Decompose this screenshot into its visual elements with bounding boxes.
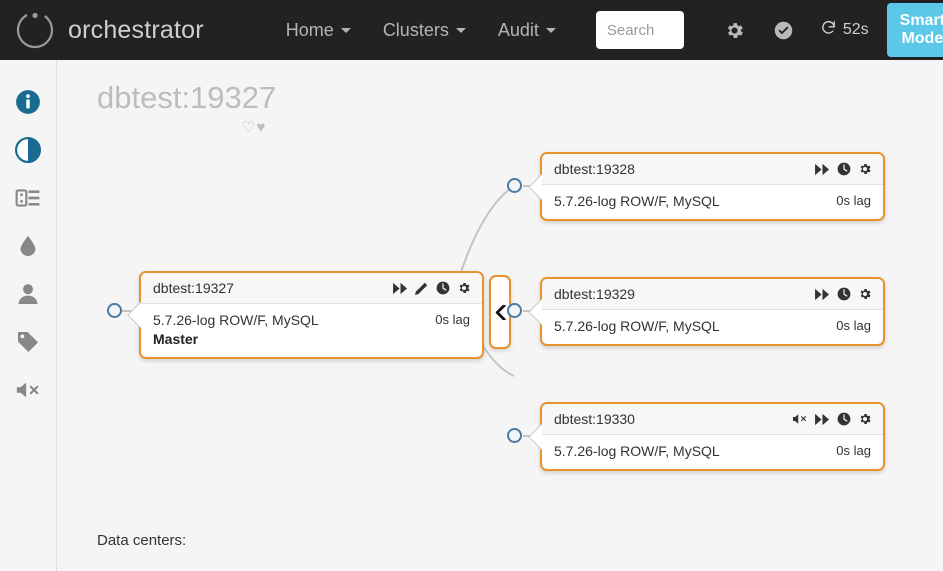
smart-mode-button[interactable]: Smart Mode [886, 3, 943, 57]
node-master-title: dbtest:19327 [153, 280, 234, 296]
nav-item-clusters[interactable]: Clusters [367, 0, 482, 60]
data-centers-label: Data centers: [97, 532, 187, 549]
node-replica-19330-title: dbtest:19330 [554, 411, 635, 427]
node-replica-19330-icons [793, 412, 872, 426]
brand[interactable]: orchestrator [14, 9, 204, 51]
node-master-icons [393, 281, 471, 295]
brand-text: orchestrator [68, 15, 204, 44]
node-replica-19330-body: 5.7.26-log ROW/F, MySQL 0s lag [542, 435, 883, 469]
refresh-label: 52s [842, 21, 869, 38]
nav-item-home[interactable]: Home [270, 0, 367, 60]
node-replica-19329-body: 5.7.26-log ROW/F, MySQL 0s lag [542, 310, 883, 344]
fast-forward-icon[interactable] [815, 288, 830, 301]
sidebar-item-info-circle-icon[interactable] [14, 88, 42, 116]
chevron-down-icon [340, 27, 351, 33]
sidebar-item-tag-icon[interactable] [14, 328, 42, 356]
refresh-icon [820, 19, 837, 41]
sidebar-item-volume-mute-icon[interactable] [14, 376, 42, 404]
node-master-header: dbtest:19327 [141, 273, 482, 304]
sidebar [0, 60, 57, 571]
node-replica-19328[interactable]: dbtest:19328 5.7.26-log ROW/F, MySQL 0s … [528, 152, 885, 221]
globe-clock-icon[interactable] [837, 287, 851, 301]
orchestrator-ring-logo-icon [14, 9, 56, 51]
node-notch-icon [528, 423, 542, 450]
smart-mode-label: Smart Mode [899, 12, 943, 47]
nav-item-audit-label: Audit [497, 19, 539, 40]
topology-graph: dbtest:19327 5.7.26-log ROW/F, MySQL Mas… [57, 60, 943, 520]
nav-links: Home Clusters Audit [270, 0, 572, 60]
sidebar-item-droplet-icon[interactable] [14, 232, 42, 260]
node-replica-19330-lag: 0s lag [836, 443, 871, 458]
chevron-left-icon [495, 304, 506, 320]
gear-icon[interactable] [858, 412, 872, 426]
navbar: orchestrator Home Clusters Audit Search … [0, 0, 943, 60]
nav-item-home-label: Home [285, 19, 334, 40]
node-replica-19330-description: 5.7.26-log ROW/F, MySQL [554, 443, 720, 459]
gear-icon[interactable] [858, 287, 872, 301]
replica-19328-connector-circle[interactable] [507, 178, 522, 193]
node-master-version: 5.7.26-log ROW/F, MySQL [153, 312, 319, 328]
node-replica-19328-header: dbtest:19328 [542, 154, 883, 185]
gear-icon[interactable] [858, 162, 872, 176]
node-replica-19328-lag: 0s lag [836, 193, 871, 208]
node-replica-19329[interactable]: dbtest:19329 5.7.26-log ROW/F, MySQL 0s … [528, 277, 885, 346]
node-master-body: 5.7.26-log ROW/F, MySQL Master 0s lag [141, 304, 482, 357]
node-replica-19328-body: 5.7.26-log ROW/F, MySQL 0s lag [542, 185, 883, 219]
globe-clock-icon[interactable] [837, 162, 851, 176]
node-master-description: 5.7.26-log ROW/F, MySQL Master [153, 311, 319, 349]
sidebar-item-user-icon[interactable] [14, 280, 42, 308]
node-replica-19328-description: 5.7.26-log ROW/F, MySQL [554, 193, 720, 209]
chevron-down-icon [545, 27, 556, 33]
chevron-down-icon [455, 27, 466, 33]
sidebar-item-server-list-icon[interactable] [14, 184, 42, 212]
navbar-icons: 52s Smart Mode [710, 3, 943, 57]
volume-mute-icon[interactable] [793, 413, 808, 425]
gear-icon[interactable] [457, 281, 471, 295]
master-connector-circle[interactable] [107, 303, 122, 318]
replica-19330-connector-circle[interactable] [507, 428, 522, 443]
node-notch-icon [528, 173, 542, 200]
node-replica-19330[interactable]: dbtest:19330 5.7.26-log ROW/F, MySQL 0s … [528, 402, 885, 471]
node-replica-19328-title: dbtest:19328 [554, 161, 635, 177]
node-master-role: Master [153, 331, 199, 347]
fast-forward-icon[interactable] [815, 413, 830, 426]
node-replica-19329-icons [815, 287, 872, 301]
pencil-icon[interactable] [415, 281, 429, 295]
fast-forward-icon[interactable] [393, 282, 408, 295]
node-replica-19328-icons [815, 162, 872, 176]
node-notch-icon [528, 298, 542, 325]
nav-item-audit[interactable]: Audit [482, 0, 572, 60]
replica-19329-connector-circle[interactable] [507, 303, 522, 318]
globe-clock-icon[interactable] [436, 281, 450, 295]
search-input[interactable] [595, 11, 684, 49]
refresh-countdown[interactable]: 52s [808, 19, 879, 41]
node-replica-19330-header: dbtest:19330 [542, 404, 883, 435]
sidebar-item-adjust-contrast-icon[interactable] [14, 136, 42, 164]
node-master[interactable]: dbtest:19327 5.7.26-log ROW/F, MySQL Mas… [127, 271, 484, 359]
node-master-lag: 0s lag [435, 312, 470, 327]
node-replica-19329-title: dbtest:19329 [554, 286, 635, 302]
node-replica-19329-description: 5.7.26-log ROW/F, MySQL [554, 318, 720, 334]
globe-clock-icon[interactable] [837, 412, 851, 426]
node-replica-19329-header: dbtest:19329 [542, 279, 883, 310]
node-notch-icon [127, 302, 141, 328]
check-circle-icon[interactable] [759, 20, 808, 41]
node-replica-19329-lag: 0s lag [836, 318, 871, 333]
fast-forward-icon[interactable] [815, 163, 830, 176]
main-content: dbtest:19327 ♡♥ dbtest:19327 5.7.26-log … [57, 60, 943, 571]
gear-icon[interactable] [710, 20, 759, 41]
nav-item-clusters-label: Clusters [382, 19, 449, 40]
